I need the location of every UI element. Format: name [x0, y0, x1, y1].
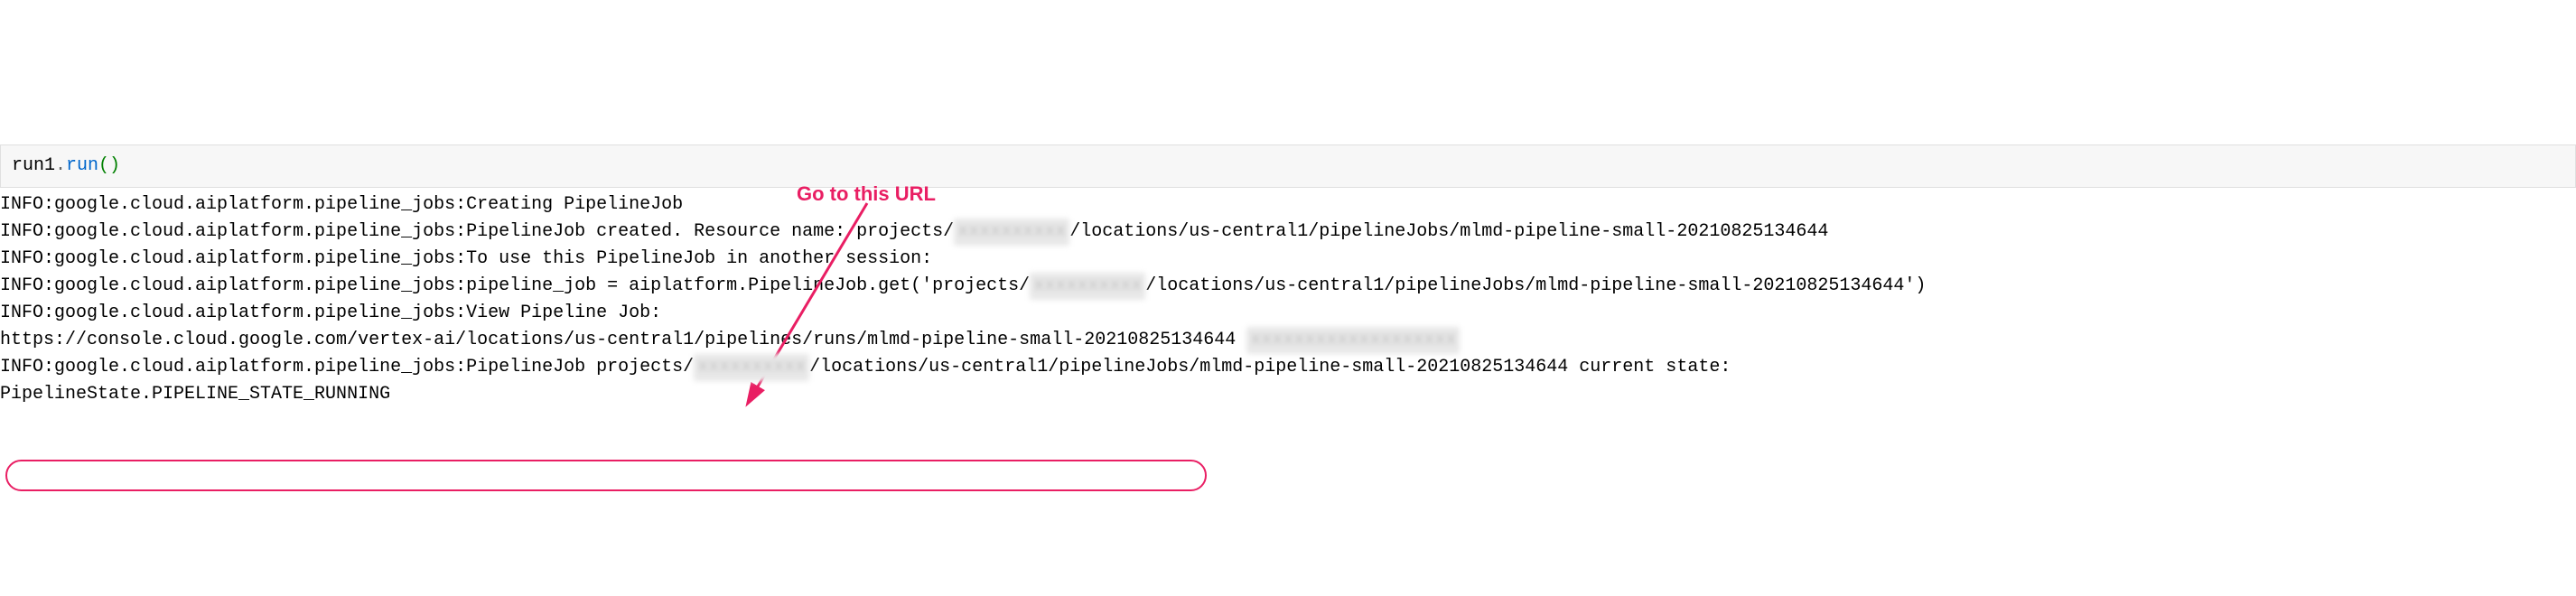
output-block: INFO:google.cloud.aiplatform.pipeline_jo…	[0, 188, 2576, 408]
log-text: /locations/us-central1/pipelineJobs/mlmd…	[1145, 275, 1926, 296]
code-object: run1	[12, 155, 55, 176]
code-method: run	[66, 155, 98, 176]
log-text: INFO:google.cloud.aiplatform.pipeline_jo…	[0, 221, 954, 242]
code-input-cell: run1.run()	[0, 144, 2576, 188]
log-line: INFO:google.cloud.aiplatform.pipeline_jo…	[0, 354, 2576, 381]
log-text: INFO:google.cloud.aiplatform.pipeline_jo…	[0, 357, 694, 377]
redacted-project-id: xxxxxxxxxx	[1030, 273, 1145, 300]
log-line: PipelineState.PIPELINE_STATE_RUNNING	[0, 381, 2576, 408]
log-line: INFO:google.cloud.aiplatform.pipeline_jo…	[0, 191, 2576, 219]
log-line: INFO:google.cloud.aiplatform.pipeline_jo…	[0, 246, 2576, 273]
code-parens: ()	[98, 155, 120, 176]
code-dot: .	[55, 155, 66, 176]
log-line-url[interactable]: https://console.cloud.google.com/vertex-…	[0, 327, 2576, 354]
log-line: INFO:google.cloud.aiplatform.pipeline_jo…	[0, 219, 2576, 246]
log-text: /locations/us-central1/pipelineJobs/mlmd…	[809, 357, 1731, 377]
redacted-project-id: xxxxxxxxxx	[954, 219, 1069, 246]
log-line: INFO:google.cloud.aiplatform.pipeline_jo…	[0, 273, 2576, 300]
log-line: INFO:google.cloud.aiplatform.pipeline_jo…	[0, 300, 2576, 327]
log-text: /locations/us-central1/pipelineJobs/mlmd…	[1069, 221, 1828, 242]
redacted-project-id: xxxxxxxxxx	[694, 354, 809, 381]
annotation-label: Go to this URL	[797, 179, 936, 209]
pipeline-url[interactable]: https://console.cloud.google.com/vertex-…	[0, 330, 1236, 350]
url-highlight-oval	[5, 460, 1207, 491]
redacted-url-suffix: xxxxxxxxxxxxxxxxxxx	[1246, 327, 1460, 354]
log-text: INFO:google.cloud.aiplatform.pipeline_jo…	[0, 275, 1030, 296]
